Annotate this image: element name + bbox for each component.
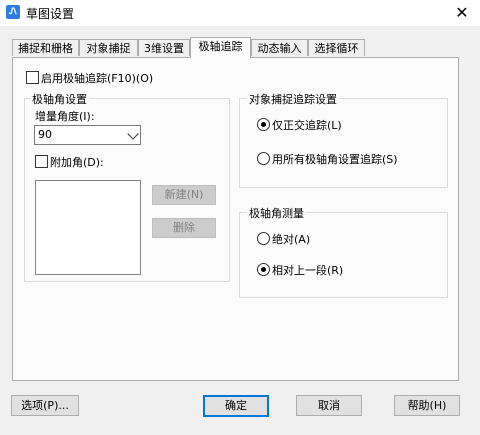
additional-angle-checkbox[interactable] [35,155,48,168]
cancel-button[interactable]: 取消 [296,395,362,416]
ortho-tracking-label: 仅正交追踪(L) [272,119,342,132]
additional-angle-label: 附加角(D): [50,156,104,169]
tab-dynamic-input[interactable]: 动态输入 [251,39,308,56]
close-icon[interactable]: ✕ [450,2,474,24]
tab-snap-grid[interactable]: 捕捉和栅格 [12,39,79,56]
drafting-app-icon: Ꮑ [6,5,20,19]
angle-measurement-group [239,212,448,298]
increment-angle-value: 90 [38,128,52,141]
chevron-down-icon [127,128,139,140]
ortho-tracking-radio[interactable] [257,118,270,131]
absolute-radio[interactable] [257,232,270,245]
increment-angle-dropdown[interactable]: 90 [34,125,141,145]
options-button[interactable]: 选项(P)... [11,395,79,416]
window-title: 草图设置 [26,7,75,21]
enable-polar-label: 启用极轴追踪(F10)(O) [41,72,154,85]
snap-tracking-group [239,98,448,188]
increment-angle-label: 增量角度(I): [35,110,95,123]
relative-last-segment-label: 相对上一段(R) [272,264,344,277]
help-button[interactable]: 帮助(H) [394,395,460,416]
relative-last-segment-radio[interactable] [257,263,270,276]
all-polar-tracking-radio[interactable] [257,152,270,165]
enable-polar-checkbox[interactable] [26,71,39,84]
tab-selection-cycling[interactable]: 选择循环 [308,39,365,56]
snap-tracking-group-title: 对象捕捉追踪设置 [247,91,339,107]
tab-polar-tracking[interactable]: 极轴追踪 [190,37,251,58]
tab-3d-settings[interactable]: 3维设置 [138,39,190,56]
delete-angle-button[interactable]: 删除 [152,218,216,238]
polar-angle-group-title: 极轴角设置 [30,91,89,107]
new-angle-button[interactable]: 新建(N) [152,185,216,205]
ok-button[interactable]: 确定 [203,395,269,417]
angle-measurement-group-title: 极轴角测量 [247,205,306,221]
all-polar-tracking-label: 用所有极轴角设置追踪(S) [272,153,398,166]
title-bar: Ꮑ 草图设置 ✕ [0,0,480,26]
polar-tracking-panel: 启用极轴追踪(F10)(O) 极轴角设置 增量角度(I): 90 附加角(D):… [12,57,459,381]
tab-object-snap[interactable]: 对象捕捉 [79,39,138,56]
additional-angle-list[interactable] [35,180,141,275]
absolute-label: 绝对(A) [272,233,311,246]
